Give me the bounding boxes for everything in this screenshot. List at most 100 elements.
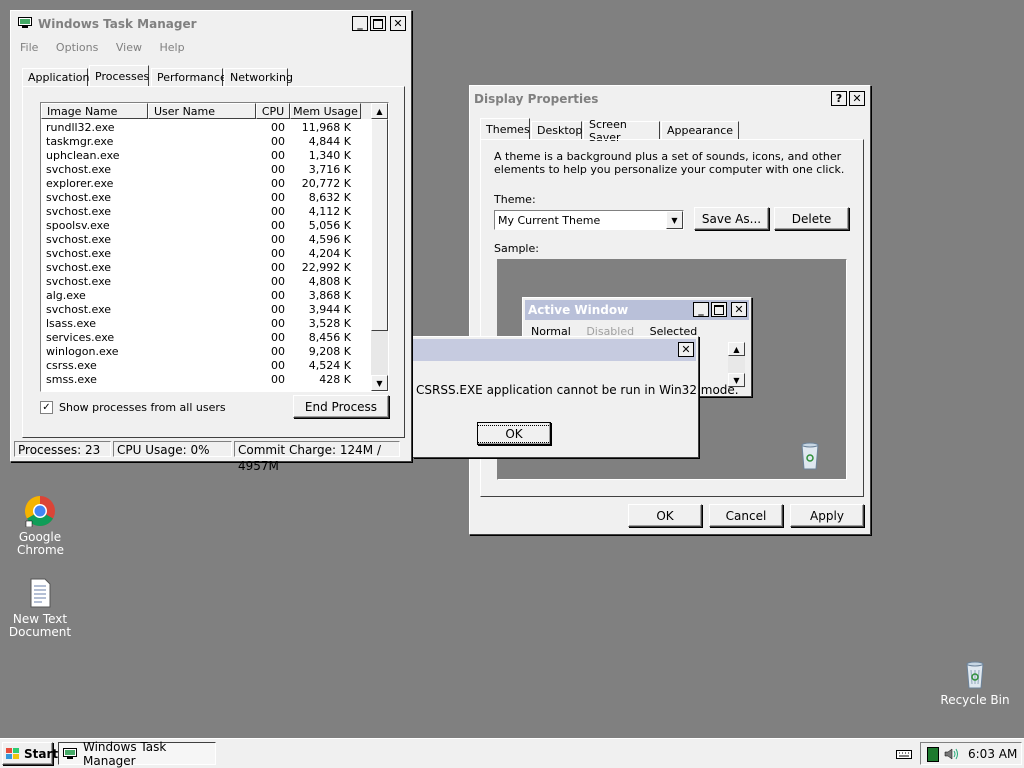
tab-processes[interactable]: Processes [89,65,149,86]
table-row[interactable]: svchost.exe 00 8,632 K [41,190,357,204]
tab-applications[interactable]: Applications [22,68,95,86]
table-row[interactable]: uphclean.exe 00 1,340 K [41,148,357,162]
column-header-cpu[interactable]: CPU [256,103,290,119]
tab-performance[interactable]: Performance [151,68,227,86]
sample-arrow-up-icon: ▲ [728,342,745,356]
column-header-image-name[interactable]: Image Name [41,103,148,119]
help-button[interactable]: ? [831,91,847,106]
end-process-button[interactable]: End Process [293,395,389,418]
error-dialog-titlebar[interactable]: ✕ [413,339,696,361]
column-header-user-name[interactable]: User Name [148,103,256,119]
display-properties-titlebar[interactable]: Display Properties ? ✕ [473,89,867,109]
process-mem: 3,944 K [308,302,351,316]
process-cpu: 00 [271,372,285,386]
desktop-icon-label: New Text Document [8,612,72,639]
checkbox-box[interactable]: ✓ [40,401,53,414]
sample-maximize-icon [711,302,727,317]
show-all-users-checkbox[interactable]: ✓ Show processes from all users [40,401,226,414]
save-as-button[interactable]: Save As... [694,207,769,230]
recycle-bin-icon [959,658,991,690]
scroll-down-button[interactable]: ▼ [371,375,388,391]
network-icon[interactable] [927,747,939,762]
process-cpu: 00 [271,148,285,162]
close-icon: ✕ [852,92,862,105]
table-row[interactable]: winlogon.exe 00 9,208 K [41,344,357,358]
error-ok-button[interactable]: OK [477,422,551,445]
keyboard-icon[interactable] [896,748,912,760]
button-label: OK [656,508,674,523]
theme-select[interactable]: My Current Theme ▼ [494,210,684,230]
tab-screen-saver[interactable]: Screen Saver [583,118,660,144]
table-row[interactable]: svchost.exe 00 4,596 K [41,232,357,246]
table-row[interactable]: smss.exe 00 428 K [41,372,357,386]
minimize-button[interactable]: _ [352,16,368,31]
process-mem: 4,808 K [308,274,351,288]
process-name: svchost.exe [46,162,112,176]
taskbar-task-manager-button[interactable]: Windows Task Manager [58,740,216,768]
status-commit-charge: Commit Charge: 124M / 4957M [234,441,400,473]
theme-select-value: My Current Theme [498,214,601,227]
task-manager-titlebar[interactable]: Windows Task Manager _ ✕ [14,14,408,34]
menu-file[interactable]: File [20,41,38,54]
menu-help[interactable]: Help [159,41,184,54]
dropdown-button[interactable]: ▼ [666,211,683,229]
desktop-icon-chrome[interactable]: Google Chrome [0,495,80,557]
status-cpu-usage: CPU Usage: 0% [113,441,232,457]
process-cpu: 00 [271,204,285,218]
tab-networking[interactable]: Networking [224,68,293,86]
delete-button[interactable]: Delete [774,207,849,230]
status-processes: Processes: 23 [14,441,111,457]
close-button[interactable]: ✕ [678,342,694,357]
tab-appearance[interactable]: Appearance [661,121,739,139]
table-row[interactable]: explorer.exe 00 20,772 K [41,176,357,190]
process-name: uphclean.exe [46,148,120,162]
maximize-button[interactable] [370,16,386,31]
button-label: Delete [791,211,832,226]
desktop-icon-text-document[interactable]: New Text Document [0,577,80,639]
process-user [151,288,259,302]
menu-options[interactable]: Options [56,41,98,54]
table-row[interactable]: svchost.exe 00 3,716 K [41,162,357,176]
table-row[interactable]: svchost.exe 00 4,808 K [41,274,357,288]
tab-themes[interactable]: Themes [480,118,530,139]
start-label: Start [24,746,59,761]
table-row[interactable]: svchost.exe 00 22,992 K [41,260,357,274]
menu-view[interactable]: View [116,41,142,54]
table-row[interactable]: rundll32.exe 00 11,968 K [41,120,357,134]
table-row[interactable]: services.exe 00 8,456 K [41,330,357,344]
close-button[interactable]: ✕ [849,91,865,106]
tab-desktop[interactable]: Desktop [531,121,582,139]
start-button[interactable]: Start [2,742,58,765]
process-list-scrollbar[interactable]: ▲ ▼ [371,103,388,391]
apply-button[interactable]: Apply [790,504,864,527]
processes-panel: Image Name User Name CPU Mem Usage rundl… [22,86,405,438]
clock[interactable]: 6:03 AM [968,747,1017,761]
table-row[interactable]: alg.exe 00 3,868 K [41,288,357,302]
process-cpu: 00 [271,316,285,330]
table-row[interactable]: csrss.exe 00 4,524 K [41,358,357,372]
cancel-button[interactable]: Cancel [709,504,783,527]
desktop-icon-recycle-bin[interactable]: Recycle Bin [935,658,1015,707]
scroll-up-button[interactable]: ▲ [371,103,388,119]
scroll-thumb[interactable] [371,119,388,331]
tab-label: Desktop [537,124,583,137]
process-mem: 4,112 K [308,204,351,218]
table-row[interactable]: lsass.exe 00 3,528 K [41,316,357,330]
button-label: End Process [304,399,378,414]
process-cpu: 00 [271,274,285,288]
table-row[interactable]: svchost.exe 00 4,112 K [41,204,357,218]
table-row[interactable]: spoolsv.exe 00 5,056 K [41,218,357,232]
process-user [151,274,259,288]
process-name: svchost.exe [46,204,112,218]
close-button[interactable]: ✕ [390,16,406,31]
column-header-mem-usage[interactable]: Mem Usage [290,103,361,119]
process-user [151,232,259,246]
volume-icon[interactable] [943,746,959,762]
display-properties-tabs: Themes Desktop Screen Saver Appearance [480,118,860,144]
table-row[interactable]: svchost.exe 00 4,204 K [41,246,357,260]
table-row[interactable]: taskmgr.exe 00 4,844 K [41,134,357,148]
ok-button[interactable]: OK [628,504,702,527]
process-mem: 4,596 K [308,232,351,246]
tab-label: Appearance [667,124,734,137]
table-row[interactable]: svchost.exe 00 3,944 K [41,302,357,316]
